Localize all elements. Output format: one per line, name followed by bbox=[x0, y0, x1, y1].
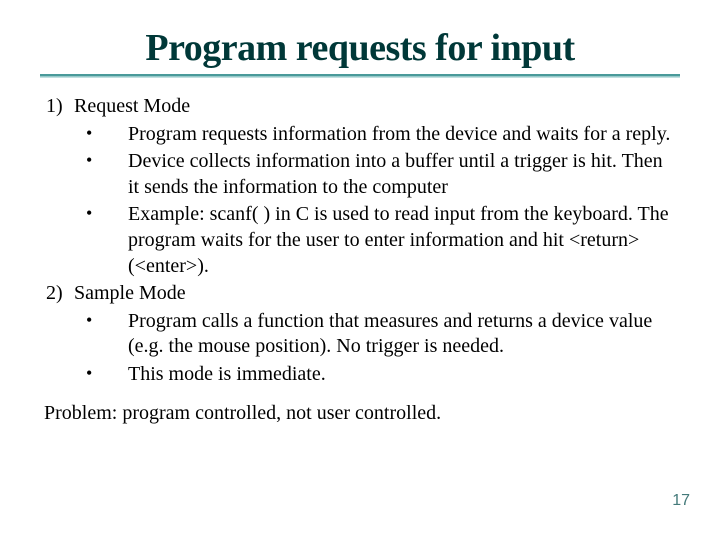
title-underline bbox=[40, 74, 680, 78]
item-number: 2) bbox=[40, 281, 74, 307]
list-subitem: • Example: scanf( ) in C is used to read… bbox=[40, 202, 680, 279]
list-subitem: • This mode is immediate. bbox=[40, 362, 680, 388]
list-subitem: • Program requests information from the … bbox=[40, 122, 680, 148]
item-number: 1) bbox=[40, 94, 74, 120]
subitem-text: Program calls a function that measures a… bbox=[128, 309, 680, 360]
bullet-icon: • bbox=[86, 362, 128, 388]
bullet-icon: • bbox=[86, 122, 128, 148]
list-subitem: • Device collects information into a buf… bbox=[40, 149, 680, 200]
footer-text: Problem: program controlled, not user co… bbox=[40, 402, 680, 425]
subitem-text: Example: scanf( ) in C is used to read i… bbox=[128, 202, 680, 279]
item-label: Sample Mode bbox=[74, 281, 680, 307]
subitem-text: Program requests information from the de… bbox=[128, 122, 680, 148]
page-number: 17 bbox=[672, 492, 690, 510]
list-subitem: • Program calls a function that measures… bbox=[40, 309, 680, 360]
list-item-2: 2) Sample Mode bbox=[40, 281, 680, 307]
subitem-text: This mode is immediate. bbox=[128, 362, 680, 388]
bullet-icon: • bbox=[86, 309, 128, 360]
subitem-text: Device collects information into a buffe… bbox=[128, 149, 680, 200]
item-label: Request Mode bbox=[74, 94, 680, 120]
bullet-icon: • bbox=[86, 202, 128, 279]
bullet-icon: • bbox=[86, 149, 128, 200]
slide-title: Program requests for input bbox=[40, 26, 680, 70]
list-item-1: 1) Request Mode bbox=[40, 94, 680, 120]
slide-body: 1) Request Mode • Program requests infor… bbox=[40, 94, 680, 388]
